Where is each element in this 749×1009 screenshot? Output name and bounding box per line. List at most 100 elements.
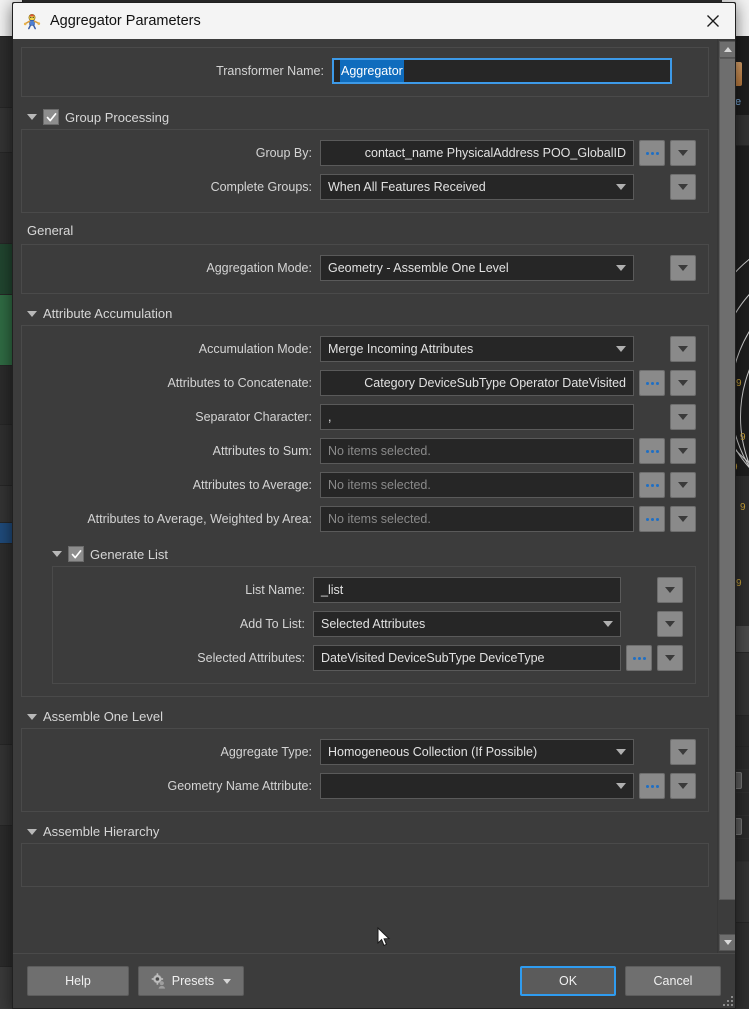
section-group-processing-header[interactable]: Group Processing: [21, 105, 709, 129]
aggregate-type-label: Aggregate Type:: [220, 745, 312, 759]
selected-attributes-options-button[interactable]: [657, 645, 683, 671]
group-by-input[interactable]: contact_name PhysicalAddress POO_GlobalI…: [320, 140, 634, 166]
transformer-name-label: Transformer Name:: [216, 64, 324, 78]
section-assemble-one-level-header[interactable]: Assemble One Level: [21, 705, 709, 728]
section-assemble-hierarchy-label: Assemble Hierarchy: [43, 824, 160, 839]
chevron-down-icon: [52, 551, 62, 557]
chevron-down-icon: [27, 828, 37, 835]
complete-groups-row: Complete Groups: When All Features Recei…: [34, 174, 696, 200]
separator-character-options-button[interactable]: [670, 404, 696, 430]
chevron-down-icon: [616, 184, 626, 190]
attributes-to-sum-options-button[interactable]: [670, 438, 696, 464]
close-x-glyph: [707, 15, 719, 27]
accumulation-mode-row: Accumulation Mode: Merge Incoming Attrib…: [34, 336, 696, 362]
selected-attributes-input[interactable]: DateVisited DeviceSubType DeviceType: [313, 645, 621, 671]
attributes-to-average-weighted-row: Attributes to Average, Weighted by Area:…: [34, 506, 696, 532]
group-by-value: contact_name PhysicalAddress POO_GlobalI…: [364, 146, 626, 160]
presets-button[interactable]: Presets: [138, 966, 244, 996]
general-panel: Aggregation Mode: Geometry - Assemble On…: [21, 244, 709, 294]
section-group-processing-label: Group Processing: [65, 109, 170, 125]
list-name-label: List Name:: [245, 583, 305, 597]
separator-character-input[interactable]: ,: [320, 404, 634, 430]
aggregate-type-value: Homogeneous Collection (If Possible): [328, 745, 538, 759]
selected-attributes-value: DateVisited DeviceSubType DeviceType: [321, 651, 545, 665]
chevron-down-icon: [27, 713, 37, 720]
add-to-list-label: Add To List:: [239, 617, 305, 631]
attributes-to-sum-browse-button[interactable]: [639, 438, 665, 464]
attributes-to-sum-label: Attributes to Sum:: [212, 444, 312, 458]
scrollbar-thumb[interactable]: [719, 58, 735, 900]
help-button-label: Help: [65, 974, 91, 988]
add-to-list-select[interactable]: Selected Attributes: [313, 611, 621, 637]
accumulation-mode-options-button[interactable]: [670, 336, 696, 362]
add-to-list-options-button[interactable]: [657, 611, 683, 637]
list-name-options-button[interactable]: [657, 577, 683, 603]
cancel-button-label: Cancel: [653, 974, 693, 988]
accumulation-mode-select[interactable]: Merge Incoming Attributes: [320, 336, 634, 362]
attributes-to-average-weighted-browse-button[interactable]: [639, 506, 665, 532]
separator-character-value: ,: [328, 410, 332, 424]
transformer-name-input[interactable]: Aggregator: [332, 58, 672, 84]
geometry-name-attribute-label: Geometry Name Attribute:: [167, 779, 312, 793]
attributes-to-average-options-button[interactable]: [670, 472, 696, 498]
backdrop-contour-label: 9: [740, 432, 746, 443]
attributes-to-average-label: Attributes to Average:: [192, 478, 312, 492]
attributes-to-concatenate-input[interactable]: Category DeviceSubType Operator DateVisi…: [320, 370, 634, 396]
attributes-to-average-input[interactable]: No items selected.: [320, 472, 634, 498]
backdrop-contour-label: 9: [736, 578, 742, 589]
scroll-up-button[interactable]: [719, 41, 735, 58]
list-name-value: _list: [321, 583, 344, 597]
selected-attributes-browse-button[interactable]: [626, 645, 652, 671]
geometry-name-attribute-options-button[interactable]: [670, 773, 696, 799]
parameters-scroll-area: Transformer Name: Aggregator Group Proce…: [13, 39, 717, 953]
aggregate-type-options-button[interactable]: [670, 739, 696, 765]
separator-character-label: Separator Character:: [195, 410, 312, 424]
resize-grip[interactable]: [721, 994, 733, 1006]
check-icon: [46, 112, 56, 121]
attribute-accumulation-panel: Accumulation Mode: Merge Incoming Attrib…: [21, 325, 709, 697]
section-assemble-hierarchy-header[interactable]: Assemble Hierarchy: [21, 820, 709, 843]
complete-groups-select[interactable]: When All Features Received: [320, 174, 634, 200]
complete-groups-options-button[interactable]: [670, 174, 696, 200]
complete-groups-label: Complete Groups:: [210, 180, 312, 194]
attributes-to-sum-input[interactable]: No items selected.: [320, 438, 634, 464]
list-name-input[interactable]: _list: [313, 577, 621, 603]
geometry-name-attribute-browse-button[interactable]: [639, 773, 665, 799]
group-processing-checkbox[interactable]: [43, 109, 59, 125]
ok-button-label: OK: [558, 974, 578, 988]
section-generate-list-header[interactable]: Generate List: [34, 542, 696, 566]
section-general-label: General: [27, 223, 74, 238]
attributes-to-average-row: Attributes to Average: No items selected…: [34, 472, 696, 498]
group-by-browse-button[interactable]: [639, 140, 665, 166]
cancel-button[interactable]: Cancel: [625, 966, 721, 996]
transformer-name-value: Aggregator: [340, 59, 404, 83]
aggregate-type-select[interactable]: Homogeneous Collection (If Possible): [320, 739, 634, 765]
dialog-footer: Help Presets OK Cancel: [13, 953, 735, 1008]
chevron-down-icon: [603, 621, 613, 627]
presets-gear-icon: [151, 973, 165, 989]
chevron-down-icon: [616, 265, 626, 271]
attributes-to-average-browse-button[interactable]: [639, 472, 665, 498]
group-by-options-button[interactable]: [670, 140, 696, 166]
attributes-to-average-placeholder: No items selected.: [328, 478, 431, 492]
parameters-scrollbar[interactable]: [717, 39, 735, 953]
attributes-to-concatenate-browse-button[interactable]: [639, 370, 665, 396]
attributes-to-average-weighted-input[interactable]: No items selected.: [320, 506, 634, 532]
add-to-list-row: Add To List: Selected Attributes: [65, 611, 683, 637]
scroll-down-button[interactable]: [719, 934, 735, 951]
ok-button[interactable]: OK: [520, 966, 616, 996]
help-button[interactable]: Help: [27, 966, 129, 996]
attributes-to-concatenate-options-button[interactable]: [670, 370, 696, 396]
attributes-to-sum-row: Attributes to Sum: No items selected.: [34, 438, 696, 464]
transformer-icon: [23, 14, 41, 30]
aggregation-mode-options-button[interactable]: [670, 255, 696, 281]
geometry-name-attribute-select[interactable]: [320, 773, 634, 799]
close-icon[interactable]: [691, 3, 735, 39]
accumulation-mode-value: Merge Incoming Attributes: [328, 342, 474, 356]
section-attribute-accumulation-header[interactable]: Attribute Accumulation: [21, 302, 709, 325]
attributes-to-concatenate-label: Attributes to Concatenate:: [167, 376, 312, 390]
generate-list-checkbox[interactable]: [68, 546, 84, 562]
aggregation-mode-select[interactable]: Geometry - Assemble One Level: [320, 255, 634, 281]
aggregator-parameters-dialog: Aggregator Parameters Transformer Name: …: [12, 2, 736, 1009]
attributes-to-average-weighted-options-button[interactable]: [670, 506, 696, 532]
